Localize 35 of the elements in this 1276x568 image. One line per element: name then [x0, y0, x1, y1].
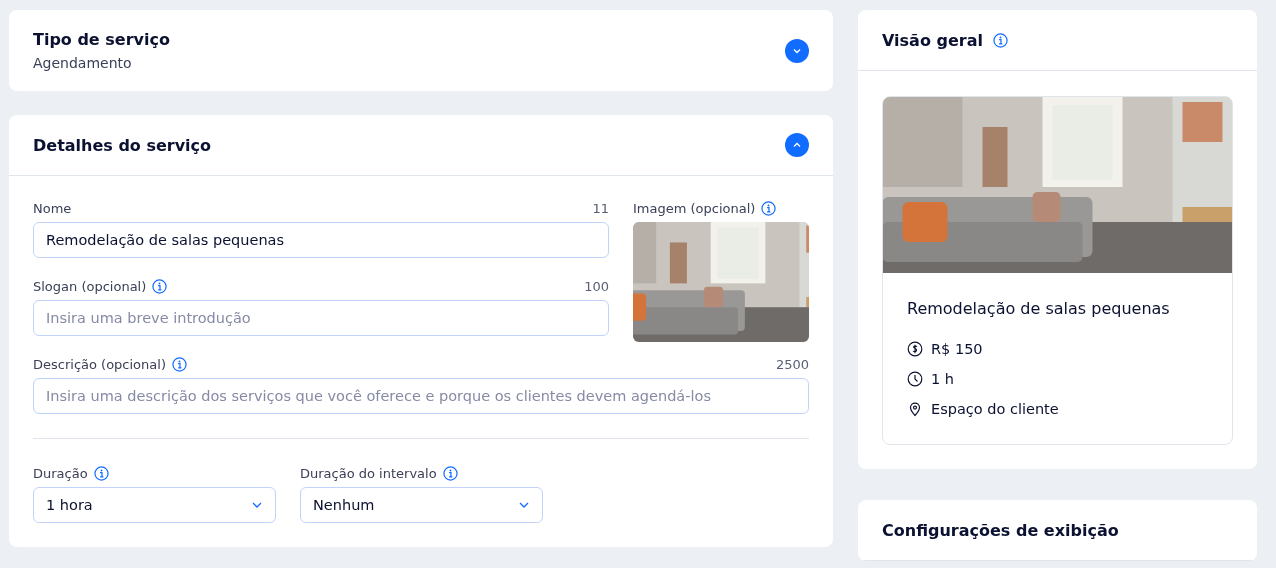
- slogan-input-field[interactable]: Insira uma breve introdução: [33, 300, 609, 336]
- field-label: Duração do intervalo: [300, 465, 437, 481]
- character-count: 2500: [775, 356, 809, 372]
- info-icon[interactable]: [152, 278, 168, 294]
- service-name: Remodelação de salas pequenas: [907, 299, 1171, 318]
- collapse-toggle-button[interactable]: [785, 38, 809, 63]
- price-text: R$ 150: [931, 341, 983, 357]
- dropdown[interactable]: Nenhum: [300, 487, 543, 523]
- name-input-field[interactable]: Remodelação de salas pequenas: [33, 222, 609, 258]
- field-label: Slogan (opcional): [33, 278, 147, 294]
- info-icon[interactable]: [442, 465, 458, 481]
- info-icon[interactable]: [93, 465, 109, 481]
- info-icon[interactable]: [171, 356, 187, 372]
- dollar-icon: [907, 341, 923, 357]
- section-title: Detalhes do serviço: [33, 135, 212, 155]
- field-label: Duração: [33, 465, 88, 481]
- service-type-value: Agendamento: [33, 55, 133, 71]
- info-icon[interactable]: [761, 200, 777, 216]
- description-text-area[interactable]: Insira uma descrição dos serviços que você oferece e porque os clientes devem agendá-los: [33, 378, 809, 414]
- section-title: Tipo de serviço: [33, 30, 170, 49]
- duration-text: 1 h: [931, 371, 955, 387]
- field-label: Descrição (opcional): [33, 356, 166, 372]
- location-pin-icon: [907, 401, 923, 417]
- field-label: Nome: [33, 200, 72, 216]
- character-count: 11: [592, 200, 609, 216]
- collapse-toggle-button[interactable]: [785, 133, 809, 157]
- clock-icon: [907, 371, 923, 387]
- info-icon[interactable]: [992, 32, 1008, 48]
- dropdown[interactable]: 1 hora: [33, 487, 276, 523]
- field-label: Imagem (opcional): [633, 200, 756, 216]
- chevron-up-icon: [792, 140, 802, 150]
- location-text: Espaço do cliente: [931, 401, 1059, 417]
- character-count: 100: [584, 278, 609, 294]
- section-title: Configurações de exibição: [882, 520, 1119, 540]
- section-title: Visão geral: [882, 30, 983, 50]
